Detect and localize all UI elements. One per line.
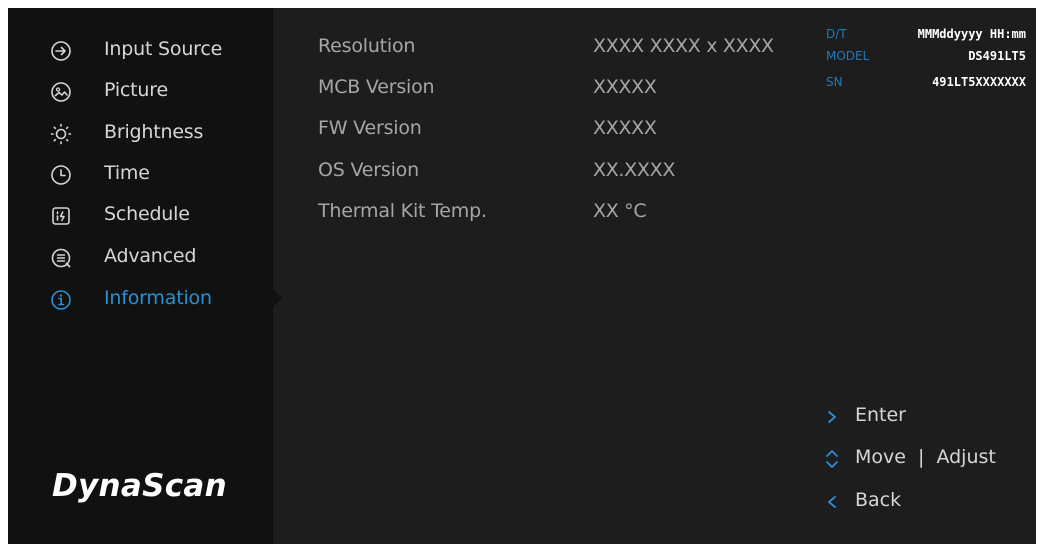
hint-label: Back xyxy=(855,489,902,511)
osd-menu-window: Input Source Picture Brightness Time Sch xyxy=(8,8,1036,544)
picture-icon xyxy=(50,81,72,103)
info-value: XXXXX xyxy=(593,117,657,139)
info-label: FW Version xyxy=(318,117,422,139)
chevron-right-icon xyxy=(822,406,842,428)
meta-row-serial: SN 491LT5XXXXXXX xyxy=(826,75,1026,93)
hint-separator: | xyxy=(918,446,925,468)
hint-back: Back xyxy=(822,489,1027,517)
menu-item-input-source[interactable]: Input Source xyxy=(8,32,273,72)
info-value: XXXXX xyxy=(593,76,657,98)
info-value: XXXX XXXX x XXXX xyxy=(593,35,774,57)
meta-value: DS491LT5 xyxy=(968,49,1026,63)
menu-item-picture[interactable]: Picture xyxy=(8,73,273,113)
brightness-icon xyxy=(50,123,72,145)
info-row-fw-version: FW Version XXXXX xyxy=(318,117,808,147)
meta-label: MODEL xyxy=(826,49,870,63)
hint-enter: Enter xyxy=(822,404,1027,432)
menu-item-label: Input Source xyxy=(104,38,223,60)
menu-item-brightness[interactable]: Brightness xyxy=(8,115,273,155)
info-label: OS Version xyxy=(318,159,419,181)
menu-item-label: Schedule xyxy=(104,203,190,225)
info-label: Thermal Kit Temp. xyxy=(318,200,487,222)
info-row-resolution: Resolution XXXX XXXX x XXXX xyxy=(318,35,808,65)
hint-label: Move | Adjust xyxy=(855,446,996,468)
info-row-thermal-kit-temp: Thermal Kit Temp. XX °C xyxy=(318,200,808,230)
menu-item-advanced[interactable]: Advanced xyxy=(8,239,273,279)
selection-pointer xyxy=(273,289,282,307)
menu-item-schedule[interactable]: Schedule xyxy=(8,197,273,237)
schedule-icon xyxy=(50,205,72,227)
hint-move-label: Move xyxy=(855,446,906,468)
up-down-icon xyxy=(822,448,842,470)
meta-row-datetime: D/T MMMddyyyy HH:mm xyxy=(826,27,1026,45)
info-label: Resolution xyxy=(318,35,416,57)
sidebar: Input Source Picture Brightness Time Sch xyxy=(8,8,273,544)
menu-item-label: Time xyxy=(104,162,150,184)
clock-icon xyxy=(50,164,72,186)
menu-item-label: Advanced xyxy=(104,245,197,267)
menu-item-time[interactable]: Time xyxy=(8,156,273,196)
menu-item-information[interactable]: Information xyxy=(8,281,273,321)
meta-label: SN xyxy=(826,75,843,89)
meta-value: 491LT5XXXXXXX xyxy=(932,75,1026,89)
menu-item-label: Brightness xyxy=(104,121,204,143)
hint-move-adjust: Move | Adjust xyxy=(822,446,1027,474)
hint-label: Enter xyxy=(855,404,906,426)
meta-label: D/T xyxy=(826,27,847,41)
info-row-os-version: OS Version XX.XXXX xyxy=(318,159,808,189)
info-row-mcb-version: MCB Version XXXXX xyxy=(318,76,808,106)
advanced-icon xyxy=(50,247,72,269)
input-source-icon xyxy=(50,40,72,62)
info-value: XX °C xyxy=(593,200,647,222)
info-label: MCB Version xyxy=(318,76,435,98)
info-icon xyxy=(50,289,72,311)
menu-item-label: Information xyxy=(104,287,212,309)
hint-adjust-label: Adjust xyxy=(936,446,996,468)
info-value: XX.XXXX xyxy=(593,159,676,181)
menu-item-label: Picture xyxy=(104,79,168,101)
chevron-left-icon xyxy=(822,491,842,513)
meta-row-model: MODEL DS491LT5 xyxy=(826,49,1026,67)
brand-logo: DynaScan xyxy=(52,468,228,504)
meta-value: MMMddyyyy HH:mm xyxy=(917,27,1026,41)
